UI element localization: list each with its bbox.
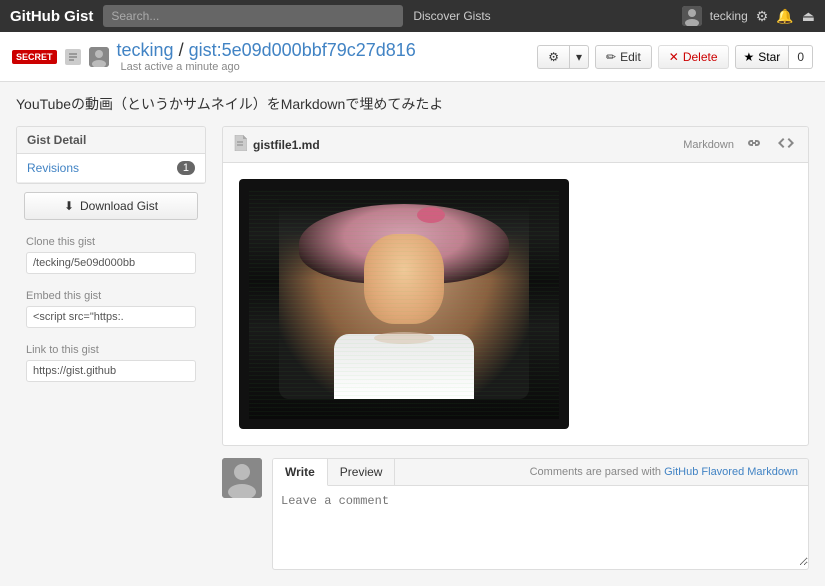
sidebar-box-title: Gist Detail (17, 127, 205, 154)
sub-header: SECRET tecking / gist:5e09d000bbf79c27d8… (0, 32, 825, 82)
comment-tabs: Write Preview Comments are parsed with G… (273, 459, 808, 486)
sidebar: Gist Detail Revisions 1 ⬇ Download Gist … (16, 126, 206, 570)
commenter-avatar (222, 458, 262, 498)
file-name: gistfile1.md (253, 138, 320, 152)
gist-detail-box: Gist Detail Revisions 1 (16, 126, 206, 184)
header-right: tecking ⚙ 🔔 ⏏ (682, 6, 815, 26)
comment-box: Write Preview Comments are parsed with G… (272, 458, 809, 570)
page-title: YouTubeの動画（というかサムネイル）をMarkdownで埋めてみたよ (16, 94, 809, 114)
clone-section: Clone this gist (16, 228, 206, 282)
delete-icon: ✕ (669, 50, 679, 64)
clone-label: Clone this gist (26, 236, 196, 248)
file-type-badge: Markdown (683, 139, 734, 151)
write-tab[interactable]: Write (273, 459, 328, 486)
settings-button[interactable]: ⚙ (537, 45, 569, 69)
link-file-icon[interactable] (742, 133, 766, 156)
owner-avatar (89, 47, 109, 67)
github-gist-logo[interactable]: GitHub Gist (10, 8, 93, 25)
video-preview (223, 163, 808, 445)
github-flavored-markdown-link[interactable]: GitHub Flavored Markdown (664, 466, 798, 478)
gist-file-icon (65, 49, 81, 65)
file-doc-icon (233, 135, 247, 154)
star-button[interactable]: ★ Star (735, 45, 790, 69)
gist-owner-link[interactable]: tecking (117, 40, 174, 60)
file-header: gistfile1.md Markdown (223, 127, 808, 163)
comment-textarea[interactable] (273, 486, 808, 566)
preview-tab[interactable]: Preview (328, 459, 396, 485)
discover-gists-link[interactable]: Discover Gists (413, 9, 490, 23)
file-box: gistfile1.md Markdown (222, 126, 809, 446)
star-icon: ★ (744, 50, 755, 64)
link-input[interactable] (26, 360, 196, 382)
signout-icon[interactable]: ⏏ (802, 8, 815, 25)
delete-button[interactable]: ✕ Delete (658, 45, 729, 69)
download-gist-button[interactable]: ⬇ Download Gist (24, 192, 198, 220)
pencil-icon: ✏ (606, 50, 616, 64)
revisions-link[interactable]: Revisions 1 (17, 154, 205, 183)
file-content (223, 163, 808, 445)
download-icon: ⬇ (64, 199, 74, 213)
code-view-icon[interactable] (774, 133, 798, 156)
sub-header-actions: ⚙ ▾ ✏ Edit ✕ Delete ★ Star 0 (537, 45, 813, 69)
tv-container (239, 179, 569, 429)
edit-button[interactable]: ✏ Edit (595, 45, 652, 69)
user-avatar-header (682, 6, 702, 26)
main-layout: Gist Detail Revisions 1 ⬇ Download Gist … (0, 126, 825, 586)
embed-label: Embed this gist (26, 290, 196, 302)
clone-input[interactable] (26, 252, 196, 274)
settings-button-group: ⚙ ▾ (537, 45, 589, 69)
gist-id-link[interactable]: gist:5e09d000bbf79c27d816 (189, 40, 416, 60)
gist-title: tecking / gist:5e09d000bbf79c27d816 Last… (117, 40, 416, 73)
file-header-right: Markdown (683, 133, 798, 156)
header: GitHub Gist Discover Gists tecking ⚙ 🔔 ⏏ (0, 0, 825, 32)
embed-section: Embed this gist (16, 282, 206, 336)
search-input[interactable] (103, 5, 403, 27)
secret-badge: SECRET (12, 50, 57, 64)
gear-icon: ⚙ (548, 50, 559, 64)
content-area: gistfile1.md Markdown (222, 126, 809, 570)
settings-icon[interactable]: ⚙ (756, 8, 769, 25)
star-count: 0 (789, 45, 813, 69)
embed-input[interactable] (26, 306, 196, 328)
revisions-badge: 1 (177, 161, 195, 175)
last-active-label: Last active a minute ago (121, 61, 416, 73)
link-label: Link to this gist (26, 344, 196, 356)
link-section: Link to this gist (16, 336, 206, 390)
settings-dropdown-button[interactable]: ▾ (569, 45, 589, 69)
star-button-group: ★ Star 0 (735, 45, 813, 69)
comment-hint: Comments are parsed with GitHub Flavored… (520, 466, 808, 478)
page-title-bar: YouTubeの動画（というかサムネイル）をMarkdownで埋めてみたよ (0, 82, 825, 126)
comment-section: Write Preview Comments are parsed with G… (222, 458, 809, 570)
file-header-left: gistfile1.md (233, 135, 320, 154)
username-header[interactable]: tecking (710, 9, 748, 23)
notifications-icon[interactable]: 🔔 (776, 8, 793, 25)
